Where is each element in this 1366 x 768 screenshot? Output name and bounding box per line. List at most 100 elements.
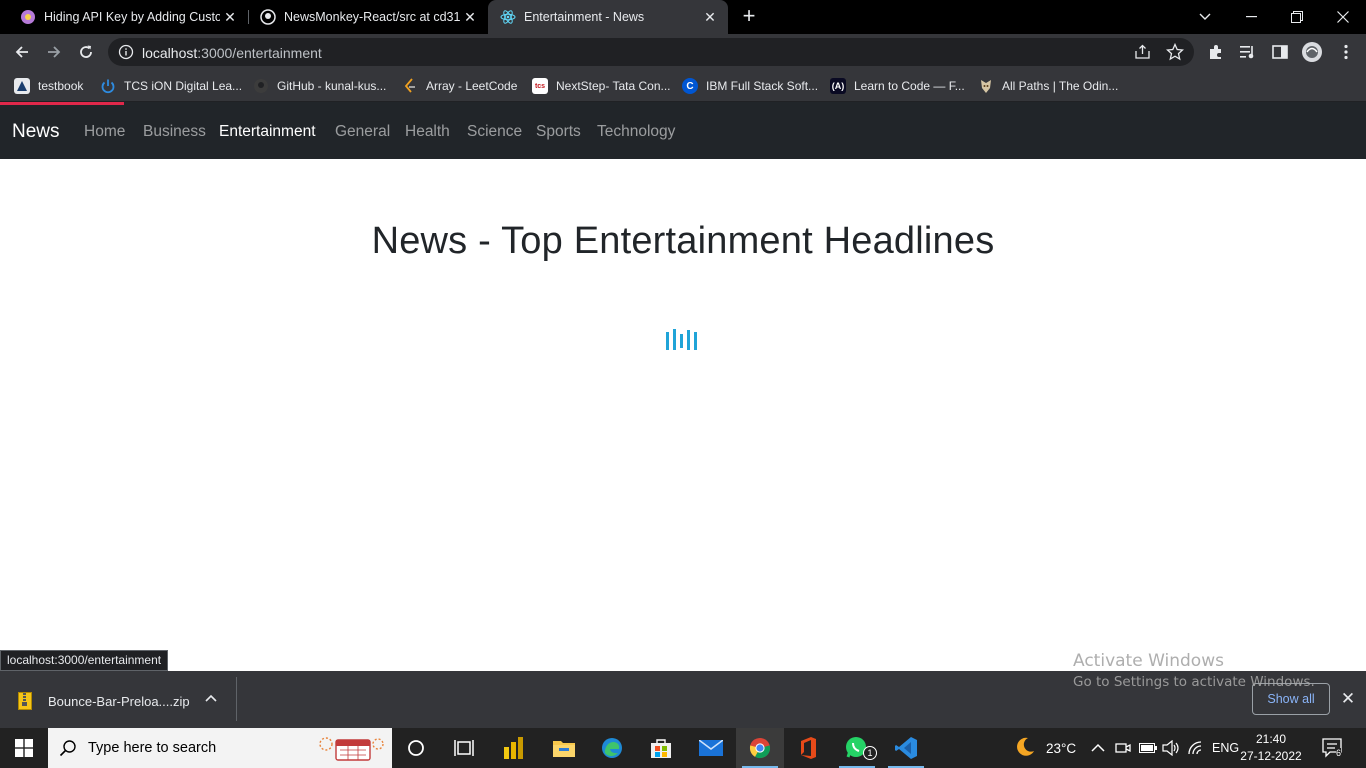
temperature-text: 23°C [1046,740,1077,756]
nav-link-home[interactable]: Home [84,123,125,141]
task-view-icon[interactable] [440,728,488,768]
cortana-icon[interactable] [392,728,440,768]
nav-link-entertainment[interactable]: Entertainment [219,123,316,141]
site-info-icon[interactable] [118,44,134,60]
watermark-subtitle: Go to Settings to activate Windows. [1073,674,1315,690]
tab-title: Hiding API Key by Adding Custom [44,10,220,24]
vscode-icon[interactable] [882,728,930,768]
minimize-button[interactable] [1228,0,1274,34]
coursera-icon: C [682,78,698,94]
moon-weather-icon [1014,736,1036,761]
taskbar-search-box[interactable]: Type here to search [48,728,392,768]
address-bar[interactable]: localhost:3000/entertainment [108,38,1194,66]
notification-count-badge: 6 [1336,748,1342,758]
weather-widget[interactable]: 23°C [1014,728,1076,768]
share-icon[interactable] [1134,44,1152,65]
page-loading-bar [0,102,124,105]
tab-title: NewsMonkey-React/src at cd313 [284,10,460,24]
wifi-icon[interactable] [1188,728,1206,768]
bookmark-github[interactable]: GitHub - kunal-kus... [253,76,386,96]
browser-toolbar: localhost:3000/entertainment [0,34,1366,70]
show-hidden-icons-button[interactable] [1091,728,1105,768]
search-icon [48,739,88,757]
tcs-icon: tcs [532,78,548,94]
bookmark-tcs-ion[interactable]: TCS iON Digital Lea... [100,76,242,96]
bookmark-ibm[interactable]: C IBM Full Stack Soft... [682,76,818,96]
mail-icon[interactable] [687,728,735,768]
bookmarks-bar: testbook TCS iON Digital Lea... GitHub -… [0,70,1366,102]
chrome-menu-icon[interactable] [1334,40,1358,64]
whatsapp-badge: 1 [863,746,877,760]
page-heading: News - Top Entertainment Headlines [371,220,995,262]
clock-date: 27-12-2022 [1240,749,1302,763]
power-icon [100,78,116,94]
windows-taskbar: Type here to search 1 23°C ENG 21:40 27-… [0,728,1366,768]
react-icon [500,9,516,25]
notification-center-button[interactable]: 6 [1322,728,1344,768]
bookmark-nextstep[interactable]: tcs NextStep- Tata Con... [532,76,671,96]
close-download-shelf-button[interactable]: ✕ [1338,689,1358,709]
edge-icon[interactable] [588,728,636,768]
nav-link-general[interactable]: General [335,123,390,141]
taskbar-clock[interactable]: 21:40 27-12-2022 [1238,731,1304,765]
power-bi-icon[interactable] [490,728,538,768]
github-icon [253,78,269,94]
leetcode-icon [402,78,418,94]
nav-link-sports[interactable]: Sports [536,123,581,141]
volume-icon[interactable] [1162,728,1180,768]
close-tab-icon[interactable]: ✕ [222,9,238,25]
meet-now-icon[interactable] [1115,728,1131,768]
nav-link-business[interactable]: Business [143,123,206,141]
side-panel-icon[interactable] [1268,40,1292,64]
nav-link-science[interactable]: Science [467,123,522,141]
loading-spinner-icon [666,328,700,352]
profile-avatar[interactable] [1300,40,1324,64]
chrome-taskbar-icon[interactable] [736,728,784,768]
zip-file-icon [18,692,32,710]
clock-time: 21:40 [1255,732,1287,746]
new-tab-button[interactable]: + [738,5,760,27]
microsoft-store-icon[interactable] [637,728,685,768]
tab-entertainment-news[interactable]: Entertainment - News ✕ [488,0,728,34]
watermark-title: Activate Windows [1073,651,1224,671]
activate-windows-watermark: Activate Windows Go to Settings to activ… [1073,651,1315,690]
tab-hiding-api-key[interactable]: Hiding API Key by Adding Custom ✕ [0,0,248,34]
restore-button[interactable] [1274,0,1320,34]
whatsapp-icon[interactable]: 1 [833,728,881,768]
tab-search-chevron-icon[interactable] [1182,0,1228,34]
windows-start-button[interactable] [0,728,48,768]
close-tab-icon[interactable]: ✕ [462,9,478,25]
download-options-chevron-icon[interactable] [205,691,217,705]
odin-project-icon [978,78,994,94]
forward-button[interactable] [42,40,66,64]
reload-button[interactable] [74,40,98,64]
input-language-indicator[interactable]: ENG [1212,728,1239,768]
bookmark-odin-project[interactable]: All Paths | The Odin... [978,76,1118,96]
bookmark-leetcode[interactable]: Array - LeetCode [402,76,517,96]
tab-newsmonkey-github[interactable]: NewsMonkey-React/src at cd313 ✕ [240,0,488,34]
tab-favicon-icon [20,9,36,25]
back-button[interactable] [10,40,34,64]
battery-icon[interactable] [1139,728,1157,768]
download-divider [236,677,237,721]
office-icon[interactable] [784,728,832,768]
close-tab-icon[interactable]: ✕ [702,9,718,25]
site-navbar: News Home Business Entertainment General… [0,102,1366,159]
file-explorer-icon[interactable] [540,728,588,768]
status-bubble-url: localhost:3000/entertainment [0,650,169,671]
download-item[interactable]: Bounce-Bar-Preloa....zip [18,691,190,711]
close-window-button[interactable] [1320,0,1366,34]
github-icon [260,9,276,25]
media-queue-icon[interactable] [1236,40,1260,64]
freecodecamp-icon: (A) [830,78,846,94]
extensions-icon[interactable] [1204,40,1228,64]
bookmark-freecodecamp[interactable]: (A) Learn to Code — F... [830,76,965,96]
bookmark-star-icon[interactable] [1165,42,1185,66]
tab-strip: Hiding API Key by Adding Custom ✕ NewsMo… [0,0,1366,34]
bookmark-testbook[interactable]: testbook [14,76,83,96]
navbar-brand[interactable]: News [12,121,60,143]
nav-link-health[interactable]: Health [405,123,450,141]
search-placeholder: Type here to search [88,740,217,756]
testbook-icon [14,78,30,94]
nav-link-technology[interactable]: Technology [597,123,675,141]
